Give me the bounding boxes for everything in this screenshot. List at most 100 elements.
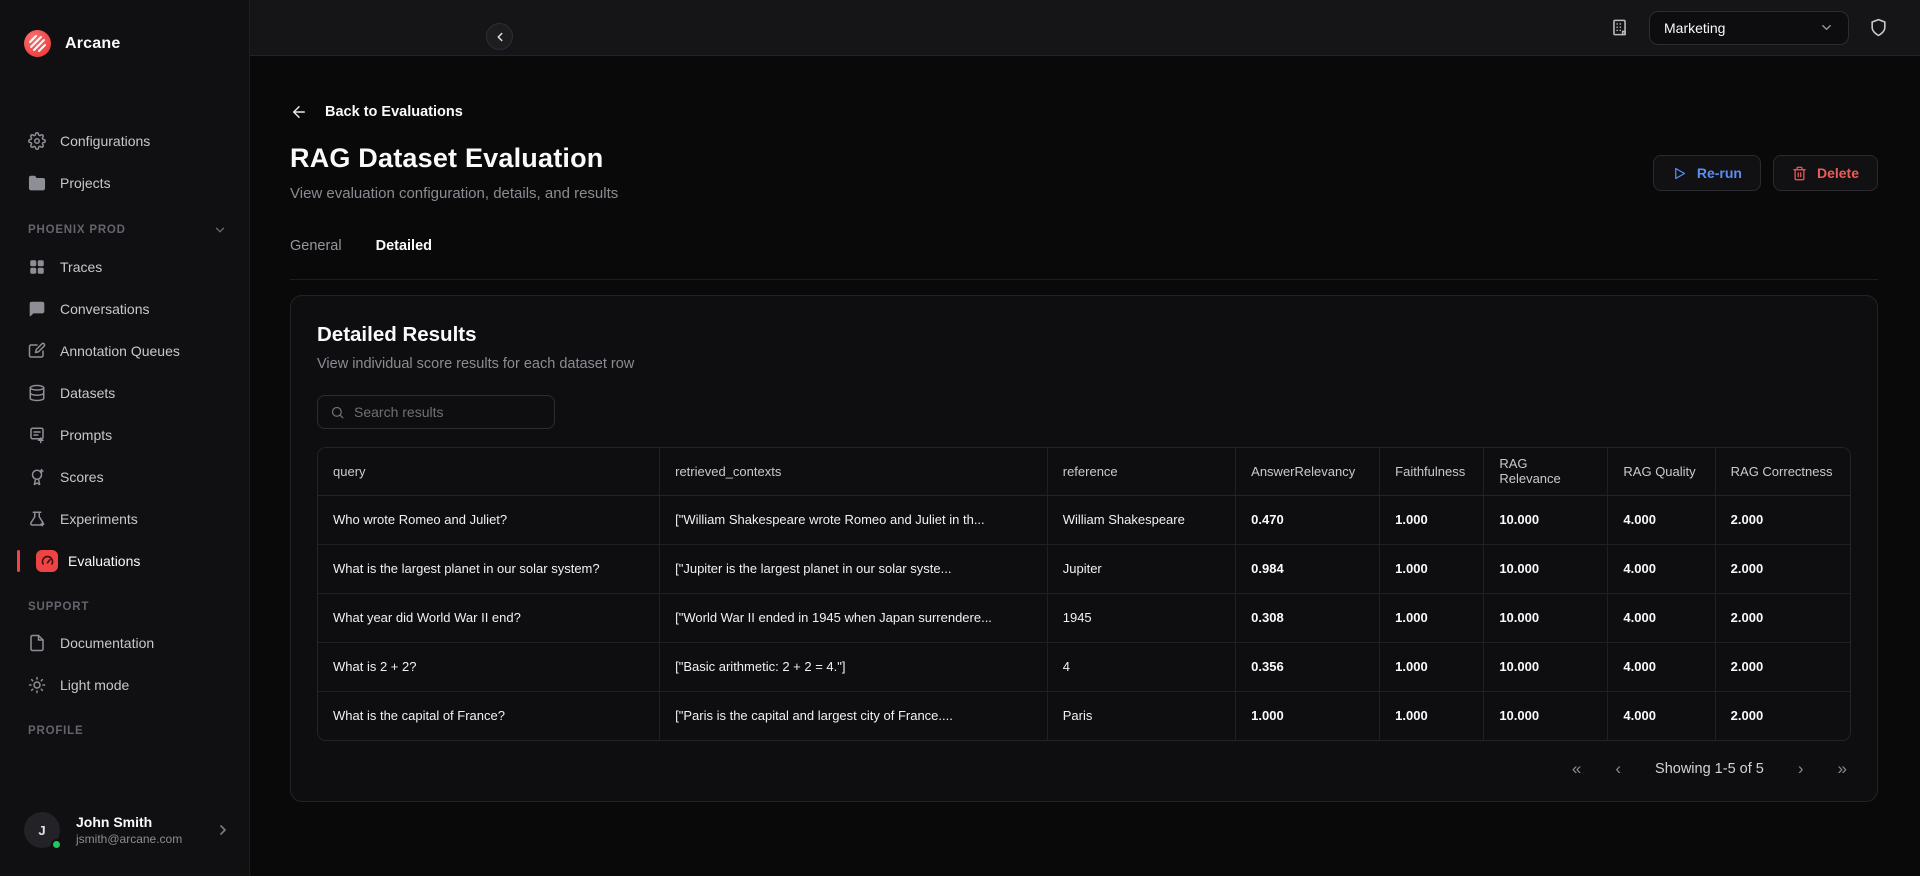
prev-page-button[interactable]: ‹ [1615, 760, 1621, 777]
cell-answer-relevancy: 0.984 [1235, 544, 1381, 594]
sidebar: Arcane Configurations Projects PHOENIX P… [0, 0, 250, 876]
main-area: Marketing Back to Evaluations RAG Datase… [250, 0, 1920, 876]
trash-icon [1792, 166, 1807, 181]
tab-divider [290, 279, 1878, 280]
avatar: J [24, 812, 62, 850]
delete-button[interactable]: Delete [1772, 155, 1878, 191]
column-header[interactable]: RAG Correctness [1715, 448, 1850, 496]
sidebar-section-support: SUPPORT [28, 601, 90, 613]
cell-answer-relevancy: 0.356 [1235, 642, 1381, 692]
workspace-dropdown[interactable]: Marketing [1649, 10, 1849, 45]
file-icon [28, 634, 46, 652]
table-row[interactable]: What is the capital of France? ["Paris i… [318, 691, 1850, 740]
sidebar-item-evaluations[interactable]: Evaluations [0, 541, 249, 581]
pagination-label: Showing 1-5 of 5 [1655, 760, 1764, 777]
cell-answer-relevancy: 0.308 [1235, 593, 1381, 643]
back-link[interactable]: Back to Evaluations [290, 103, 1878, 121]
page-title: RAG Dataset Evaluation [290, 143, 604, 173]
building-icon[interactable] [1610, 18, 1629, 37]
sidebar-item-label: Light mode [60, 677, 130, 693]
sidebar-item-traces[interactable]: Traces [0, 247, 249, 287]
next-page-button[interactable]: › [1798, 760, 1804, 777]
sidebar-item-experiments[interactable]: Experiments [0, 499, 249, 539]
sidebar-item-light-mode[interactable]: Light mode [0, 665, 249, 705]
sidebar-item-scores[interactable]: Scores [0, 457, 249, 497]
cell-query: What is the largest planet in our solar … [318, 544, 661, 594]
cell-answer-relevancy: 0.470 [1235, 495, 1381, 545]
tab-detailed[interactable]: Detailed [376, 238, 432, 254]
cell-reference: 4 [1047, 642, 1237, 692]
cell-reference: 1945 [1047, 593, 1237, 643]
cell-reference: Paris [1047, 691, 1237, 740]
pagination: « ‹ Showing 1-5 of 5 › » [317, 760, 1851, 777]
cell-query: What is 2 + 2? [318, 642, 661, 692]
sidebar-item-label: Annotation Queues [60, 343, 180, 359]
page-content: Back to Evaluations RAG Dataset Evaluati… [250, 56, 1920, 876]
column-header[interactable]: RAG Relevance [1483, 448, 1609, 496]
sidebar-collapse-button[interactable] [486, 23, 513, 50]
cell-rag-quality: 4.000 [1607, 544, 1716, 594]
rerun-button[interactable]: Re-run [1652, 155, 1761, 191]
sidebar-section-profile: PROFILE [28, 725, 84, 737]
cell-retrieved-contexts: ["William Shakespeare wrote Romeo and Ju… [659, 495, 1048, 545]
sidebar-item-configurations[interactable]: Configurations [0, 121, 249, 161]
tab-general[interactable]: General [290, 238, 342, 254]
cell-rag-quality: 4.000 [1607, 495, 1716, 545]
online-status-dot [51, 839, 62, 850]
sidebar-item-annotation-queues[interactable]: Annotation Queues [0, 331, 249, 371]
search-icon [330, 405, 345, 420]
cell-rag-quality: 4.000 [1607, 642, 1716, 692]
document-lines-icon [28, 426, 46, 444]
last-page-button[interactable]: » [1838, 760, 1847, 777]
column-header[interactable]: RAG Quality [1607, 448, 1716, 496]
sidebar-item-documentation[interactable]: Documentation [0, 623, 249, 663]
sidebar-item-prompts[interactable]: Prompts [0, 415, 249, 455]
sidebar-item-label: Traces [60, 259, 103, 275]
cell-rag-correctness: 2.000 [1730, 708, 1764, 724]
cell-retrieved-contexts: ["Paris is the capital and largest city … [659, 691, 1048, 740]
sidebar-nav: Configurations Projects PHOENIX PROD Tra… [0, 93, 249, 806]
cell-retrieved-contexts: ["World War II ended in 1945 when Japan … [659, 593, 1048, 643]
profile-card[interactable]: J John Smith jsmith@arcane.com [0, 806, 249, 854]
detailed-results-card: Detailed Results View individual score r… [290, 295, 1878, 802]
play-icon [1672, 166, 1687, 181]
page-subtitle: View evaluation configuration, details, … [290, 185, 619, 202]
flask-icon [28, 510, 46, 528]
cell-query: What is the capital of France? [318, 691, 661, 740]
search-input[interactable] [354, 404, 542, 420]
table-row[interactable]: What is 2 + 2? ["Basic arithmetic: 2 + 2… [318, 642, 1850, 692]
sidebar-item-label: Scores [60, 469, 104, 485]
arcane-logo-icon [24, 30, 51, 57]
arrow-left-icon [290, 103, 308, 121]
sidebar-item-label: Experiments [60, 511, 138, 527]
sidebar-item-conversations[interactable]: Conversations [0, 289, 249, 329]
cell-reference: Jupiter [1047, 544, 1237, 594]
cell-rag-quality: 4.000 [1607, 593, 1716, 643]
sidebar-section-project[interactable]: PHOENIX PROD [0, 223, 249, 237]
cell-retrieved-contexts: ["Basic arithmetic: 2 + 2 = 4."] [659, 642, 1048, 692]
table-row[interactable]: What year did World War II end? ["World … [318, 593, 1850, 643]
card-title: Detailed Results [317, 323, 477, 346]
tab-bar: General Detailed [290, 238, 1878, 254]
sidebar-item-datasets[interactable]: Datasets [0, 373, 249, 413]
cell-rag-relevance: 10.000 [1483, 593, 1609, 643]
workspace-selected-value: Marketing [1664, 19, 1726, 36]
cell-rag-relevance: 10.000 [1483, 544, 1609, 594]
column-header[interactable]: retrieved_contexts [659, 448, 1048, 496]
sidebar-item-label: Configurations [60, 133, 151, 149]
column-header[interactable]: query [318, 448, 661, 496]
table-row[interactable]: Who wrote Romeo and Juliet? ["William Sh… [318, 495, 1850, 545]
search-box[interactable] [317, 395, 555, 429]
sidebar-item-label: Conversations [60, 301, 150, 317]
profile-email: jsmith@arcane.com [76, 832, 183, 846]
first-page-button[interactable]: « [1572, 760, 1581, 777]
table-row[interactable]: What is the largest planet in our solar … [318, 544, 1850, 594]
sidebar-item-projects[interactable]: Projects [0, 163, 249, 203]
cell-faithfulness: 1.000 [1379, 495, 1485, 545]
column-header[interactable]: Faithfulness [1379, 448, 1485, 496]
column-header[interactable]: AnswerRelevancy [1235, 448, 1381, 496]
results-table: query retrieved_contexts reference Answe… [317, 447, 1851, 741]
grid-icon [28, 258, 46, 276]
shield-icon[interactable] [1869, 18, 1888, 37]
column-header[interactable]: reference [1047, 448, 1237, 496]
